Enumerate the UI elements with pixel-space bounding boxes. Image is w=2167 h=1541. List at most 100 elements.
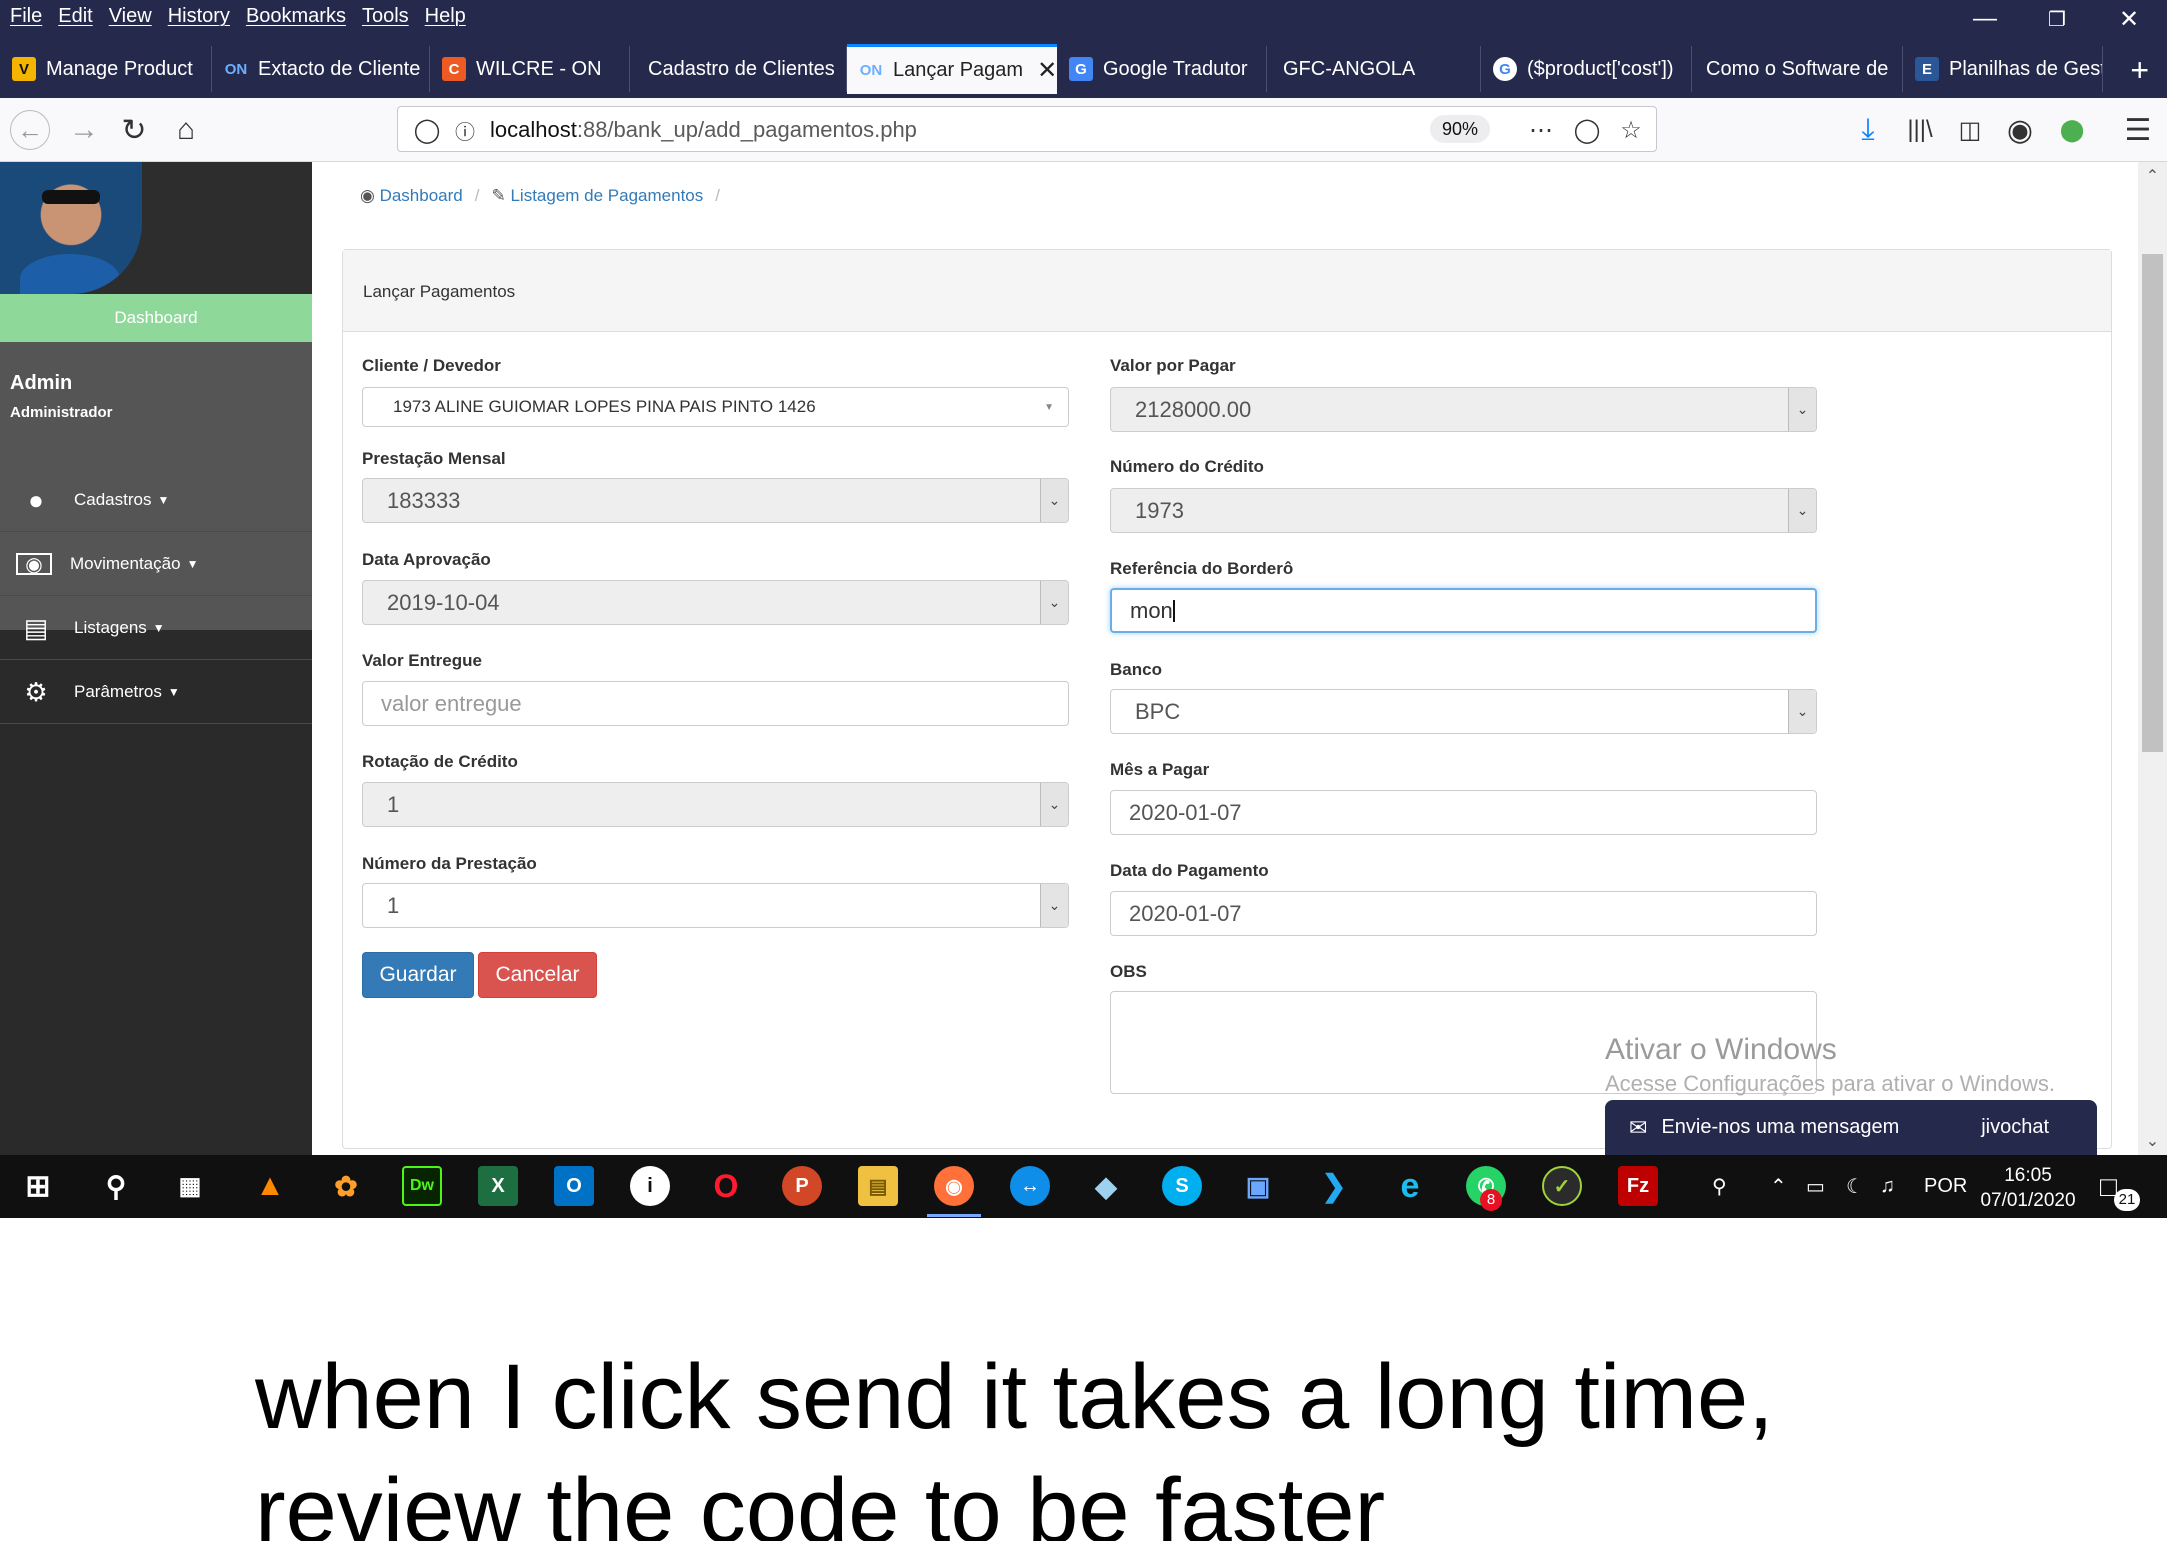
num-prest-select[interactable]: 1 ⌄: [362, 883, 1069, 928]
menu-history[interactable]: History: [168, 5, 230, 28]
url-text[interactable]: localhost:88/bank_up/add_pagamentos.php: [490, 117, 917, 143]
chevron-down-icon: ⌄: [1788, 690, 1816, 733]
firefox-icon[interactable]: ◉: [934, 1166, 974, 1206]
vscode-icon[interactable]: ❯: [1314, 1166, 1354, 1206]
rotacao-select[interactable]: 1 ⌄: [362, 782, 1069, 827]
windows-start-icon[interactable]: ⊞: [18, 1166, 58, 1206]
valor-entregue-input[interactable]: valor entregue: [362, 681, 1069, 726]
tab-product-cost[interactable]: G ($product['cost']): [1481, 46, 1692, 92]
language-indicator[interactable]: POR: [1924, 1155, 1967, 1218]
page-scrollbar[interactable]: ⌃ ⌄: [2138, 162, 2167, 1155]
info-icon[interactable]: ⓘ: [450, 115, 480, 145]
close-tab-icon[interactable]: ✕: [1037, 56, 1057, 85]
forward-icon[interactable]: →: [64, 110, 104, 150]
scroll-up-icon[interactable]: ⌃: [2138, 166, 2167, 186]
edge-icon[interactable]: e: [1390, 1166, 1430, 1206]
paint-icon[interactable]: ✿: [326, 1166, 366, 1206]
pocket-icon[interactable]: ◯: [1572, 115, 1602, 145]
chat-widget[interactable]: ✉ Envie-nos uma mensagem jivochat: [1605, 1100, 2097, 1155]
network-app-icon[interactable]: ▣: [1238, 1166, 1278, 1206]
sidebar-toggle-icon[interactable]: ◫: [1950, 110, 1990, 150]
tab-wilcre[interactable]: C WILCRE - ON: [430, 46, 630, 92]
num-credito-select[interactable]: 1973 ⌄: [1110, 488, 1817, 533]
mes-pagar-input[interactable]: 2020-01-07: [1110, 790, 1817, 835]
tray-chevron-icon[interactable]: ⌃: [1770, 1155, 1787, 1218]
tab-manage-product[interactable]: V Manage Product: [0, 46, 212, 92]
home-icon[interactable]: ⌂: [166, 110, 206, 150]
banco-select[interactable]: BPC ⌄: [1110, 689, 1817, 734]
spreadsheet-icon: E: [1915, 57, 1939, 81]
outlook-icon[interactable]: O: [554, 1166, 594, 1206]
data-pag-input[interactable]: 2020-01-07: [1110, 891, 1817, 936]
account-icon[interactable]: ◉: [2000, 110, 2040, 150]
data-aprov-select[interactable]: 2019-10-04 ⌄: [362, 580, 1069, 625]
filezilla-icon[interactable]: Fz: [1618, 1166, 1658, 1206]
people-icon[interactable]: ⚲: [1712, 1155, 1727, 1218]
minimize-icon[interactable]: —: [1952, 0, 2018, 38]
teamviewer-icon[interactable]: ↔: [1010, 1166, 1050, 1206]
tab-label: WILCRE - ON: [476, 57, 602, 80]
tab-cadastro-clientes[interactable]: Cadastro de Clientes: [630, 46, 847, 92]
search-icon[interactable]: ⚲: [96, 1166, 136, 1206]
menu-view[interactable]: View: [109, 5, 152, 28]
url-bar[interactable]: ◯ ⓘ localhost:88/bank_up/add_pagamentos.…: [397, 106, 1657, 152]
battery-icon[interactable]: ▭: [1806, 1155, 1825, 1218]
bookmark-star-icon[interactable]: ☆: [1616, 115, 1646, 145]
tab-lancar-pagamentos[interactable]: ON Lançar Pagam ✕: [847, 44, 1057, 94]
hamburger-menu-icon[interactable]: ☰: [2118, 110, 2158, 150]
app-icon-2[interactable]: ◆: [1086, 1166, 1126, 1206]
tab-planilhas[interactable]: E Planilhas de Gest: [1903, 46, 2103, 92]
scroll-down-icon[interactable]: ⌄: [2138, 1131, 2167, 1151]
breadcrumb-listagem[interactable]: ✎ Listagem de Pagamentos: [491, 186, 703, 206]
file-explorer-icon[interactable]: ▤: [858, 1166, 898, 1206]
cancel-button[interactable]: Cancelar: [478, 952, 597, 998]
back-icon[interactable]: ←: [10, 110, 50, 150]
restore-icon[interactable]: ❐: [2024, 0, 2090, 38]
shield-icon[interactable]: ◯: [412, 115, 442, 145]
menu-file[interactable]: File: [10, 5, 42, 28]
scrollbar-thumb[interactable]: [2142, 254, 2163, 752]
app-icon[interactable]: i: [630, 1166, 670, 1206]
menu-bookmarks[interactable]: Bookmarks: [246, 5, 346, 28]
vlc-icon[interactable]: ▲: [250, 1166, 290, 1206]
skype-icon[interactable]: S: [1162, 1166, 1202, 1206]
prestacao-select[interactable]: 183333 ⌄: [362, 478, 1069, 523]
tab-como-o-software[interactable]: Como o Software de: [1692, 46, 1903, 92]
tab-gfc-angola[interactable]: GFC-ANGOLA: [1267, 46, 1481, 92]
app-icon-3[interactable]: ✓: [1542, 1166, 1582, 1206]
cliente-select[interactable]: 1973 ALINE GUIOMAR LOPES PINA PAIS PINTO…: [362, 387, 1069, 427]
notification-center-icon[interactable]: □: [2100, 1155, 2117, 1218]
tab-google-tradutor[interactable]: G Google Tradutor: [1057, 46, 1267, 92]
tab-extacto[interactable]: ON Extacto de Cliente: [212, 46, 430, 92]
save-button[interactable]: Guardar: [362, 952, 474, 998]
valor-pagar-value: 2128000.00: [1135, 396, 1252, 422]
menu-help[interactable]: Help: [425, 5, 466, 28]
sidebar-item-parametros[interactable]: ⚙ Parâmetros ▼: [0, 661, 312, 724]
extension-icon[interactable]: ⬤: [2052, 110, 2092, 150]
sidebar-item-movimentacao[interactable]: ◉ Movimentação ▼: [0, 533, 312, 596]
download-icon[interactable]: ⤓: [1848, 110, 1888, 150]
opera-icon[interactable]: O: [706, 1166, 746, 1206]
menu-list: File Edit View History Bookmarks Tools H…: [10, 5, 466, 28]
sidebar-item-cadastros[interactable]: ● Cadastros ▼: [0, 469, 312, 532]
reload-icon[interactable]: ↻: [114, 110, 154, 150]
ref-bordero-input[interactable]: mon: [1110, 588, 1817, 633]
sidebar-item-dashboard[interactable]: Dashboard: [0, 294, 312, 342]
excel-icon[interactable]: X: [478, 1166, 518, 1206]
sidebar-item-listagens[interactable]: ▤ Listagens ▼: [0, 597, 312, 660]
valor-pagar-select[interactable]: 2128000.00 ⌄: [1110, 387, 1817, 432]
menu-tools[interactable]: Tools: [362, 5, 409, 28]
clock[interactable]: 16:05 07/01/2020: [1968, 1163, 2088, 1213]
close-window-icon[interactable]: ✕: [2096, 0, 2162, 38]
task-view-icon[interactable]: ▦: [170, 1166, 210, 1206]
dreamweaver-icon[interactable]: Dw: [402, 1166, 442, 1206]
menu-edit[interactable]: Edit: [58, 5, 92, 28]
powerpoint-icon[interactable]: P: [782, 1166, 822, 1206]
new-tab-icon[interactable]: +: [2130, 52, 2149, 89]
page-actions-icon[interactable]: ⋯: [1526, 115, 1556, 145]
breadcrumb-dashboard[interactable]: ◉ Dashboard: [360, 186, 463, 206]
library-icon[interactable]: |||\: [1900, 110, 1940, 150]
wifi-icon[interactable]: ☾: [1846, 1155, 1864, 1218]
volume-icon[interactable]: ♫: [1880, 1155, 1895, 1218]
zoom-indicator[interactable]: 90%: [1430, 115, 1491, 143]
